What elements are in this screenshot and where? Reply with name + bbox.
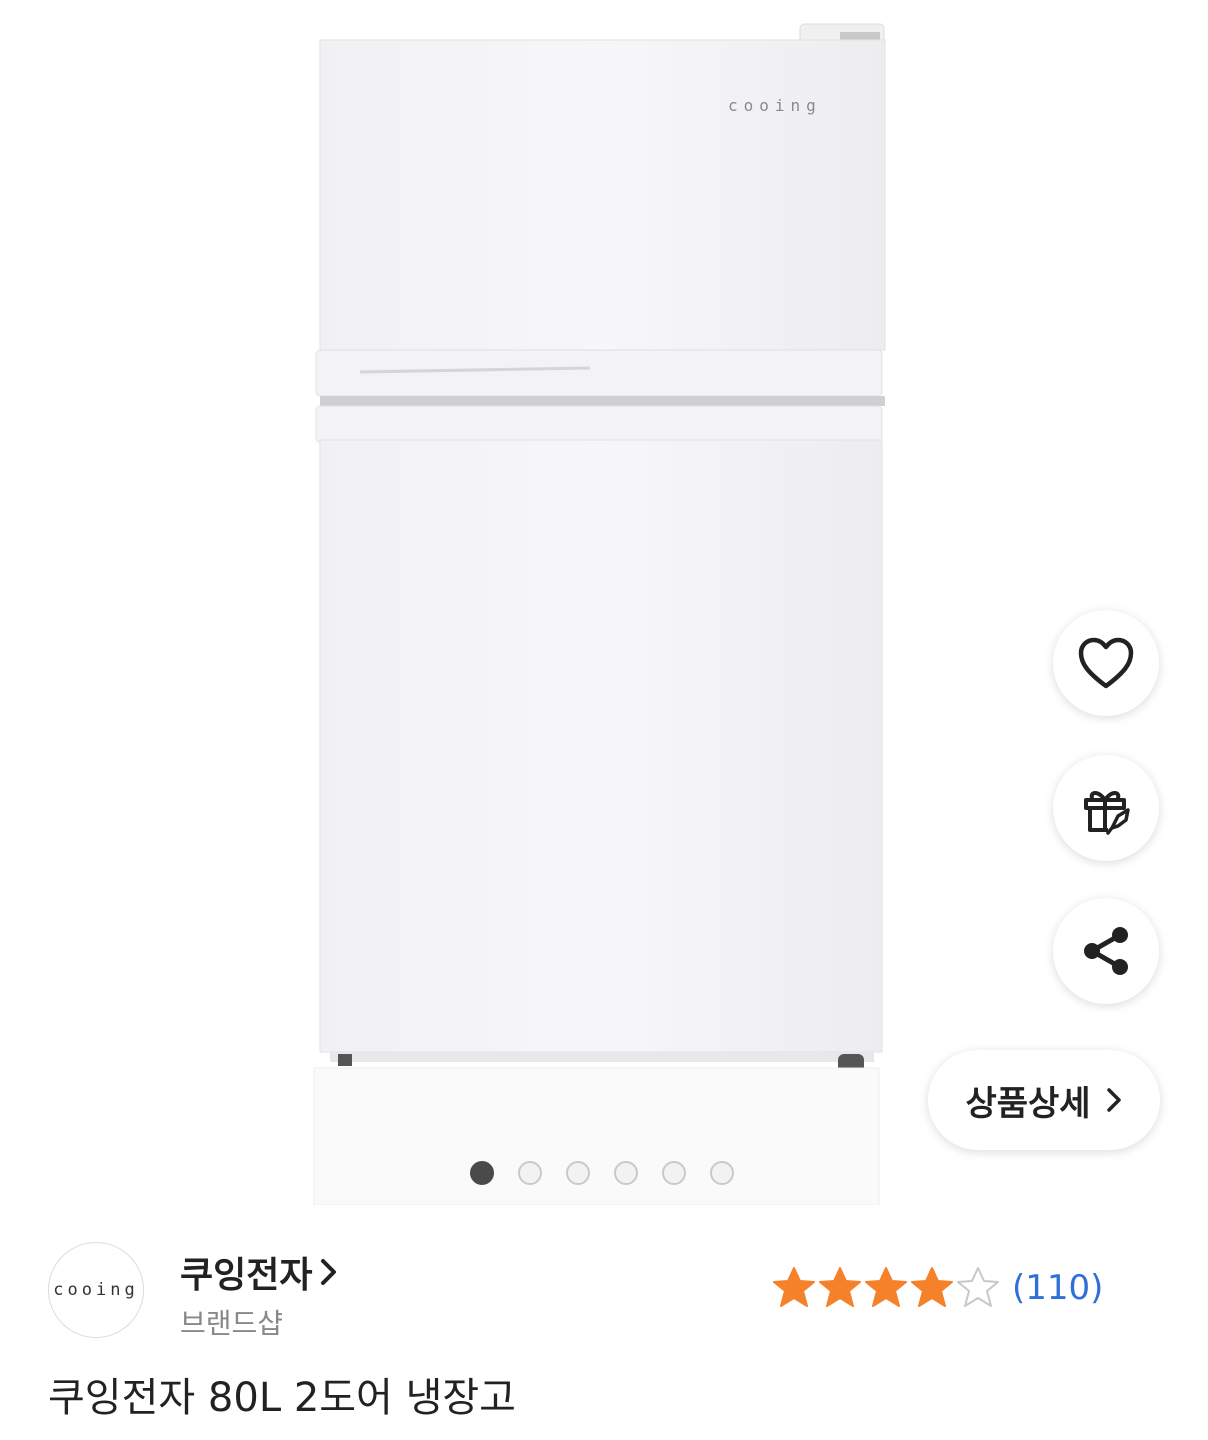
star-filled-icon [865,1267,907,1307]
refrigerator-image [313,23,886,1205]
product-detail-label: 상품상세 [965,1083,1091,1124]
brand-shop-link[interactable]: 쿠잉전자 [180,1246,338,1298]
gift-button[interactable] [1053,755,1159,861]
star-rating [772,1266,1000,1310]
share-icon [1084,927,1128,975]
slide-indicator [470,1158,734,1188]
slide-dot-5[interactable] [662,1161,686,1185]
review-count[interactable]: (110) [1012,1268,1103,1308]
slide-dot-4[interactable] [614,1161,638,1185]
slide-dot-6[interactable] [710,1161,734,1185]
rating-summary[interactable]: (110) [772,1266,1103,1310]
brand-name: 쿠잉전자 [180,1255,313,1296]
share-button[interactable] [1053,898,1159,1004]
brand-logo-text: cooing [53,1280,139,1300]
slide-dot-3[interactable] [566,1161,590,1185]
chevron-right-icon [321,1259,337,1285]
slide-dot-1[interactable] [470,1161,494,1185]
star-filled-icon [819,1267,861,1307]
slide-dot-2[interactable] [518,1161,542,1185]
brand-logo[interactable]: cooing [48,1242,144,1338]
brand-shop-label: 브랜드샵 [180,1307,284,1340]
product-image-gallery[interactable]: cooing [0,0,1208,1215]
product-title: 쿠잉전자 80L 2도어 냉장고 [48,1375,516,1421]
wishlist-button[interactable] [1053,610,1159,716]
chevron-right-icon [1106,1088,1121,1112]
product-logo: cooing [728,96,822,115]
star-filled-icon [773,1267,815,1307]
product-detail-button[interactable]: 상품상세 [928,1050,1160,1150]
gift-rocket-icon [1084,791,1130,835]
star-empty-icon [957,1267,999,1307]
heart-icon [1078,637,1134,689]
star-filled-icon [911,1267,953,1307]
